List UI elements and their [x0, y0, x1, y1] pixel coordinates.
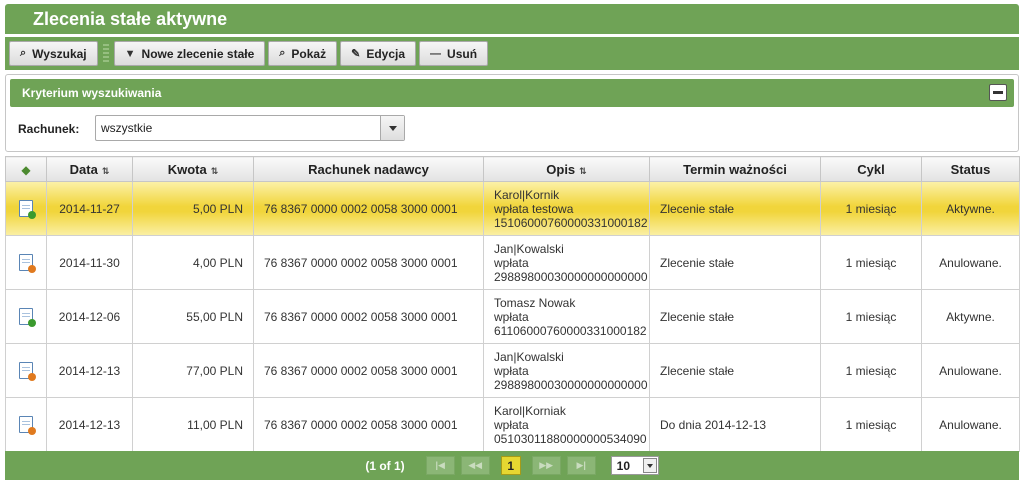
cell-amount: 5,00 PLN — [132, 181, 254, 236]
sort-icon[interactable]: ⇅ — [102, 166, 110, 176]
document-ok-icon — [19, 200, 36, 219]
page-info: (1 of 1) — [365, 458, 405, 473]
minus-icon: — — [430, 47, 442, 60]
cell-description: Tomasz Nowak wpłata 6110600076000033100018… — [483, 289, 650, 344]
cell-cycle: 1 miesiąc — [820, 289, 922, 344]
show-button-label: Pokaż — [291, 46, 327, 61]
column-header-validity: Termin ważności — [649, 156, 821, 182]
cell-account: 76 8367 0000 0002 0058 3000 0001 — [253, 343, 484, 398]
cell-date: 2014-12-13 — [46, 343, 133, 398]
cell-cycle: 1 miesiąc — [820, 397, 922, 452]
first-page-icon[interactable]: |◀ — [425, 456, 455, 475]
toolbar: ⌕ Wyszukaj ▼ Nowe zlecenie stałe ⌕ Pokaż… — [5, 37, 1019, 70]
cell-date: 2014-12-06 — [46, 289, 133, 344]
table-row[interactable]: 2014-12-06 55,00 PLN 76 8367 0000 0002 0… — [5, 289, 1020, 344]
cell-account: 76 8367 0000 0002 0058 3000 0001 — [253, 181, 484, 236]
show-button[interactable]: ⌕ Pokaż — [268, 41, 338, 66]
cell-description: Karol|Kornik wpłata testowa 15106000760000… — [483, 181, 650, 236]
document-cancel-icon — [19, 416, 36, 435]
cell-validity: Zlecenie stałe — [649, 343, 821, 398]
column-header-icon: ◆ — [5, 156, 47, 182]
prev-page-icon[interactable]: ◀◀ — [460, 456, 490, 475]
cell-date: 2014-12-13 — [46, 397, 133, 452]
table-header-row: ◆ Data ⇅ Kwota ⇅ Rachunek nadawcy Opis ⇅ Te… — [5, 156, 1020, 182]
tag-icon: ◆ — [21, 162, 31, 177]
cell-amount: 55,00 PLN — [132, 289, 254, 344]
cell-description: Jan|Kowalski wpłata 2988980003000000000000… — [483, 235, 650, 290]
new-standing-order-button[interactable]: ▼ Nowe zlecenie stałe — [113, 41, 266, 66]
cell-validity: Zlecenie stałe — [649, 235, 821, 290]
cell-cycle: 1 miesiąc — [820, 235, 922, 290]
page-number-button[interactable]: 1 — [500, 456, 521, 475]
cell-status: Anulowane. — [921, 397, 1020, 452]
cell-date: 2014-11-30 — [46, 235, 133, 290]
search-button[interactable]: ⌕ Wyszukaj — [9, 41, 98, 66]
cell-validity: Do dnia 2014-12-13 — [649, 397, 821, 452]
search-criteria-title: Kryterium wyszukiwania — [22, 86, 162, 100]
cell-description: Karol|Korniak wpłata 051030118800000005340… — [483, 397, 650, 452]
standing-orders-table: ◆ Data ⇅ Kwota ⇅ Rachunek nadawcy Opis ⇅ Te… — [5, 156, 1020, 452]
column-header-date[interactable]: Data ⇅ — [46, 156, 133, 182]
delete-button[interactable]: — Usuń — [419, 41, 489, 66]
magnifier-icon: ⌕ — [20, 47, 27, 59]
column-header-status: Status — [921, 156, 1020, 182]
table-row[interactable]: 2014-12-13 11,00 PLN 76 8367 0000 0002 0… — [5, 397, 1020, 452]
table-row[interactable]: 2014-11-30 4,00 PLN 76 8367 0000 0002 00… — [5, 235, 1020, 290]
cell-account: 76 8367 0000 0002 0058 3000 0001 — [253, 397, 484, 452]
sort-icon[interactable]: ⇅ — [579, 166, 587, 176]
toolbar-separator — [102, 43, 109, 64]
cell-validity: Zlecenie stałe — [649, 289, 821, 344]
cell-date: 2014-11-27 — [46, 181, 133, 236]
page-size-value: 10 — [616, 459, 631, 473]
cell-validity: Zlecenie stałe — [649, 181, 821, 236]
search-button-label: Wyszukaj — [32, 46, 87, 61]
edit-button[interactable]: ✎ Edycja — [340, 41, 417, 66]
chevron-down-icon[interactable] — [642, 458, 657, 473]
document-ok-icon — [19, 308, 36, 327]
search-criteria-header: Kryterium wyszukiwania — [10, 79, 1014, 107]
search-criteria-panel: Kryterium wyszukiwania Rachunek: wszystk… — [5, 74, 1019, 152]
collapse-icon[interactable] — [989, 84, 1007, 101]
cell-status: Aktywne. — [921, 289, 1020, 344]
last-page-icon[interactable]: ▶| — [566, 456, 596, 475]
new-standing-order-label: Nowe zlecenie stałe — [141, 46, 255, 61]
cell-cycle: 1 miesiąc — [820, 343, 922, 398]
table-row[interactable]: 2014-11-27 5,00 PLN 76 8367 0000 0002 00… — [5, 181, 1020, 236]
cell-description: Jan|Kowalski wpłata 2988980003000000000000… — [483, 343, 650, 398]
column-header-description[interactable]: Opis ⇅ — [483, 156, 650, 182]
paginator: (1 of 1) |◀ ◀◀ 1 ▶▶ ▶| 10 — [5, 451, 1019, 480]
pencil-icon: ✎ — [351, 48, 361, 60]
cell-account: 76 8367 0000 0002 0058 3000 0001 — [253, 235, 484, 290]
column-header-amount[interactable]: Kwota ⇅ — [132, 156, 254, 182]
cell-status: Aktywne. — [921, 181, 1020, 236]
chevron-down-icon[interactable] — [380, 116, 404, 140]
cell-amount: 77,00 PLN — [132, 343, 254, 398]
delete-button-label: Usuń — [447, 46, 478, 61]
account-label: Rachunek: — [18, 122, 80, 136]
cell-amount: 4,00 PLN — [132, 235, 254, 290]
account-select[interactable]: wszystkie — [95, 115, 405, 141]
cell-account: 76 8367 0000 0002 0058 3000 0001 — [253, 289, 484, 344]
cell-status: Anulowane. — [921, 343, 1020, 398]
sort-icon[interactable]: ⇅ — [211, 166, 219, 176]
next-page-icon[interactable]: ▶▶ — [531, 456, 561, 475]
cell-amount: 11,00 PLN — [132, 397, 254, 452]
page-size-select[interactable]: 10 — [610, 456, 659, 475]
page-title: Zlecenia stałe aktywne — [5, 4, 1019, 34]
magnifier-icon: ⌕ — [279, 47, 286, 59]
cell-status: Anulowane. — [921, 235, 1020, 290]
caret-down-icon: ▼ — [124, 47, 136, 60]
cell-cycle: 1 miesiąc — [820, 181, 922, 236]
table-row[interactable]: 2014-12-13 77,00 PLN 76 8367 0000 0002 0… — [5, 343, 1020, 398]
edit-button-label: Edycja — [366, 46, 406, 61]
document-cancel-icon — [19, 362, 36, 381]
column-header-cycle: Cykl — [820, 156, 922, 182]
column-header-sender-account: Rachunek nadawcy — [253, 156, 484, 182]
account-select-value: wszystkie — [101, 121, 153, 135]
document-cancel-icon — [19, 254, 36, 273]
